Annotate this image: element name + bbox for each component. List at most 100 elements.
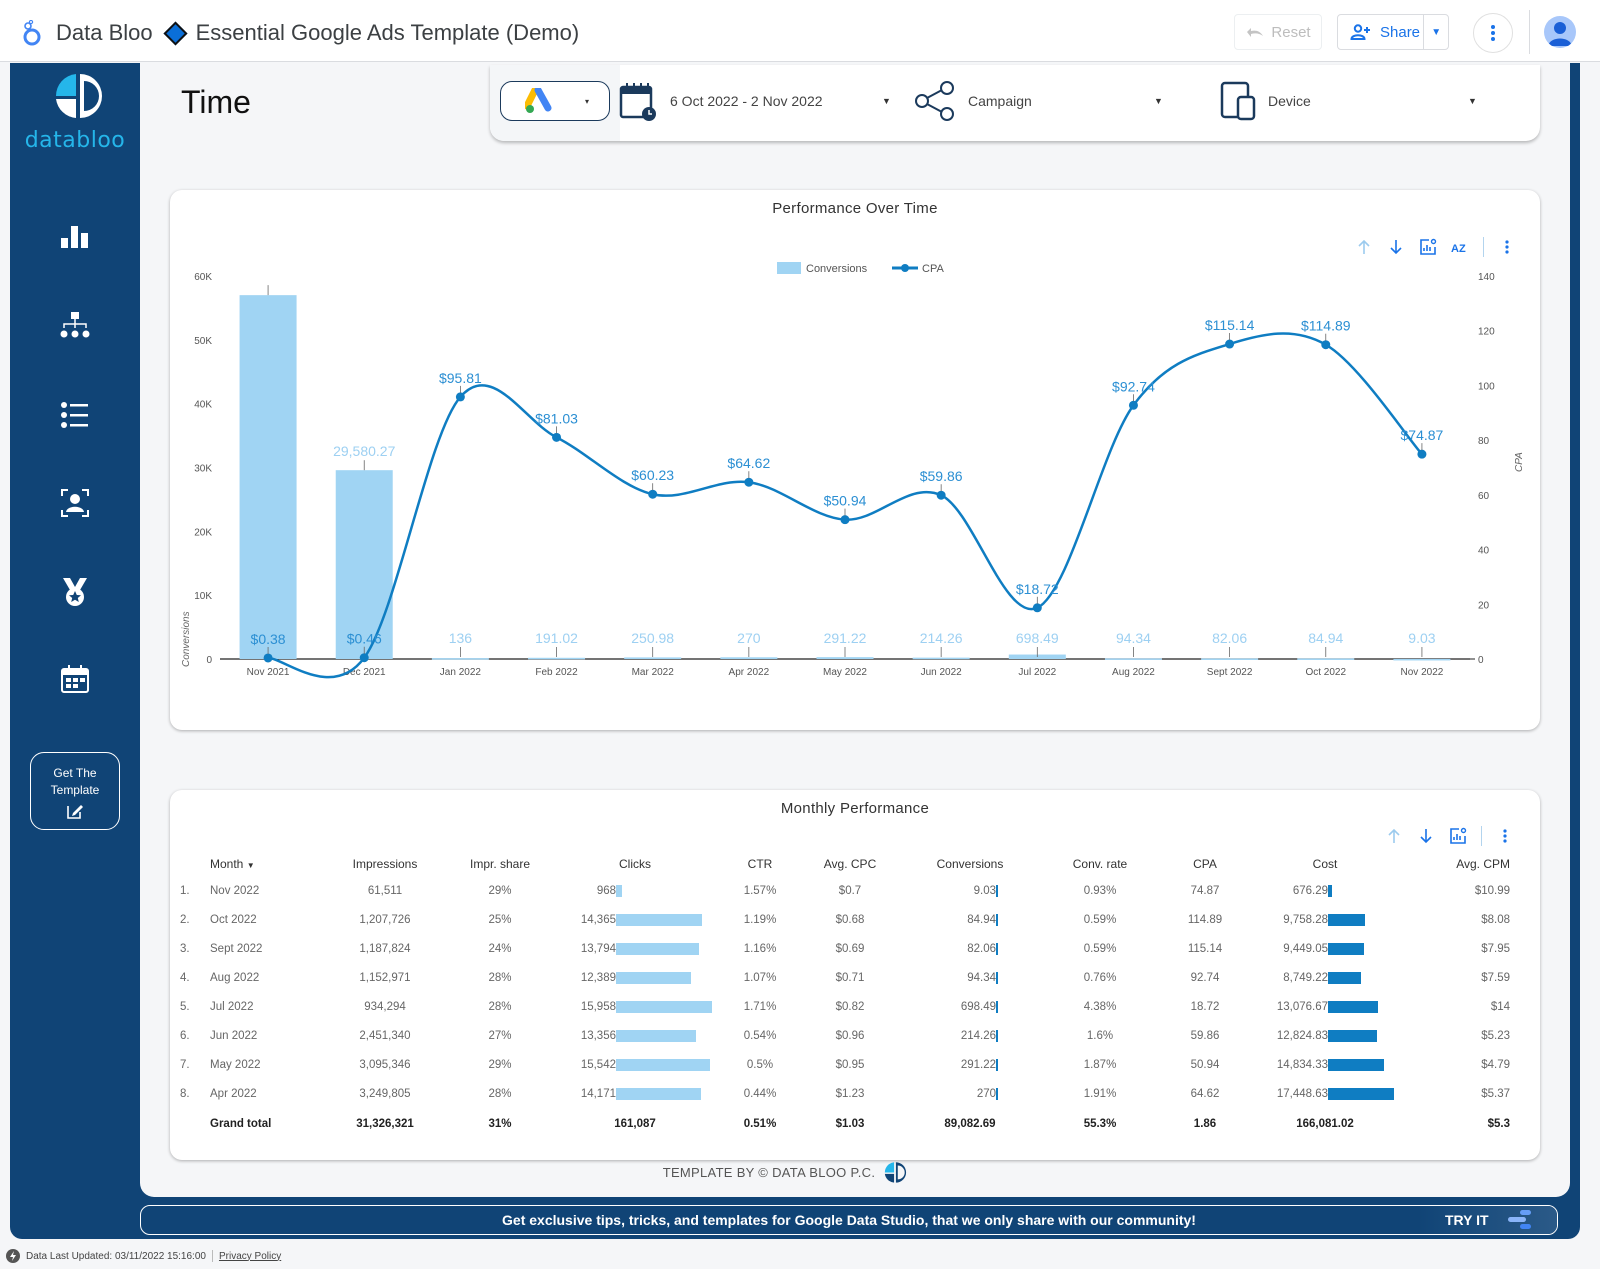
cost-bar (1328, 942, 1364, 955)
cost-value: 14,834.33 (1276, 1058, 1328, 1071)
conversions-bar (996, 1058, 998, 1071)
cell-ctr: 0.44% (743, 1087, 777, 1100)
share-dropdown-icon[interactable]: ▼ (1424, 27, 1448, 38)
bar-data-label: 82.06 (1212, 630, 1247, 646)
header-ctr[interactable]: CTR (720, 852, 800, 876)
community-promo-banner[interactable]: Get exclusive tips, tricks, and template… (140, 1205, 1558, 1235)
audience-icon (61, 489, 89, 517)
cpa-data-label: $74.87 (1401, 427, 1444, 443)
report-name[interactable]: Essential Google Ads Template (Demo) (196, 20, 580, 46)
conversions-bar (996, 1029, 998, 1042)
cpa-point (1417, 449, 1427, 459)
credit-text: TEMPLATE BY © DATA BLOO P.C. (662, 1164, 876, 1180)
header-avg-cpc[interactable]: Avg. CPC (800, 852, 900, 876)
y-tick-label: 10K (194, 591, 212, 602)
cell-impressions: 2,451,340 (359, 1029, 411, 1042)
device-filter[interactable]: Device ▼ (1220, 79, 1490, 123)
page-title: Time (181, 84, 251, 120)
header-impressions[interactable]: Impressions (320, 852, 450, 876)
cell-avg-cpc: $0.96 (835, 1029, 865, 1042)
table-menu-button[interactable] (1496, 827, 1514, 845)
sidebar-item-time[interactable] (58, 662, 92, 696)
privacy-policy-link[interactable]: Privacy Policy (219, 1251, 281, 1262)
cta-line2: Template (50, 783, 100, 797)
header-cpa[interactable]: CPA (1160, 852, 1250, 876)
cell-avg-cpc: $0.7 (838, 884, 862, 897)
cell-cost: 17,448.63 (1250, 1079, 1400, 1108)
conversions-bar (431, 658, 489, 660)
header-conv-rate[interactable]: Conv. rate (1040, 852, 1160, 876)
table-toolbar (1385, 826, 1514, 846)
header-clicks[interactable]: Clicks (550, 852, 720, 876)
bar-data-label: 29,580.27 (333, 443, 395, 459)
cell-month: May 2022 (210, 1058, 261, 1071)
header-cost[interactable]: Cost (1250, 852, 1400, 876)
table-row[interactable]: 8. Apr 2022 3,249,805 28% 14,171 0.44% $1.23 27… (180, 1079, 1520, 1108)
conversions-value: 9.03 (973, 884, 996, 897)
sort-descending-button[interactable] (1417, 827, 1435, 845)
header-conversions[interactable]: Conversions (900, 852, 1040, 876)
edit-icon (67, 805, 83, 819)
get-template-button[interactable]: Get The Template (30, 752, 120, 830)
cell-conv-rate: 4.38% (1083, 1000, 1117, 1013)
share-main[interactable]: Share (1338, 15, 1425, 49)
cell-conversions: 214.26 (900, 1021, 1040, 1050)
conversions-bar (996, 971, 998, 984)
header-month[interactable]: Month ▼ (210, 852, 320, 876)
cell-impr-share: 28% (488, 1000, 512, 1013)
reset-button[interactable]: Reset (1234, 14, 1322, 50)
sidebar-brand: databloo (24, 128, 126, 153)
date-range-filter[interactable]: 6 Oct 2022 - 2 Nov 2022 ▼ (618, 79, 898, 123)
table-row[interactable]: 1. Nov 2022 61,511 29% 968 1.57% $0.7 9.03 0.93%… (180, 876, 1520, 905)
more-options-button[interactable] (1473, 13, 1513, 53)
row-index (180, 1108, 210, 1140)
total-cpa: 1.86 (1193, 1118, 1217, 1130)
chart-settings-button[interactable] (1449, 827, 1467, 845)
add-person-icon (1350, 24, 1370, 40)
sidebar-item-campaigns[interactable] (58, 308, 92, 342)
cell-ctr: 1.71% (743, 1000, 777, 1013)
cell-cost: 14,834.33 (1250, 1050, 1400, 1079)
cpa-point (840, 515, 850, 525)
cpa-data-label: $0.38 (251, 631, 286, 647)
total-avg-cpm: $5.3 (1487, 1118, 1510, 1130)
list-icon (61, 402, 88, 428)
try-it-button[interactable]: TRY IT (1417, 1206, 1557, 1234)
cell-avg-cpm: $5.23 (1481, 1029, 1510, 1042)
cell-avg-cpc: $0.68 (835, 913, 865, 926)
bar-data-label: 214.26 (920, 630, 963, 646)
clicks-value: 12,389 (580, 971, 616, 984)
table-row[interactable]: 7. May 2022 3,095,346 29% 15,542 0.5% $0.95 291… (180, 1050, 1520, 1079)
hierarchy-icon (60, 312, 90, 338)
share-button[interactable]: Share ▼ (1337, 14, 1449, 50)
conversions-value: 214.26 (960, 1029, 996, 1042)
cell-cpa: 74.87 (1190, 884, 1220, 897)
template-credit: TEMPLATE BY © DATA BLOO P.C. (0, 1160, 1570, 1184)
sort-ascending-button[interactable] (1385, 827, 1403, 845)
header-avg-cpm[interactable]: Avg. CPM (1400, 852, 1520, 876)
sidebar-item-overview[interactable] (58, 219, 92, 253)
sidebar-item-performance[interactable] (58, 575, 92, 609)
table-row[interactable]: 4. Aug 2022 1,152,971 28% 12,389 1.07% $0.71 94… (180, 963, 1520, 992)
more-vert-icon (1491, 25, 1495, 41)
header-impr-share[interactable]: Impr. share (450, 852, 550, 876)
sidebar-item-keywords[interactable] (58, 398, 92, 432)
diamond-icon (163, 20, 188, 46)
cell-conversions: 291.22 (900, 1050, 1040, 1079)
total-avg-cpc: $1.03 (835, 1118, 865, 1130)
cell-avg-cpm: $10.99 (1474, 884, 1510, 897)
account-avatar[interactable] (1544, 16, 1576, 48)
table-row[interactable]: 3. Sept 2022 1,187,824 24% 13,794 1.16% $0.69 8… (180, 934, 1520, 963)
campaign-filter[interactable]: Campaign ▼ (914, 79, 1174, 123)
table-row[interactable]: 2. Oct 2022 1,207,726 25% 14,365 1.19% $0.68 84… (180, 905, 1520, 934)
table-row[interactable]: 5. Jul 2022 934,294 28% 15,958 1.71% $0.82 698.… (180, 992, 1520, 1021)
total-conv-rate: 55.3% (1083, 1118, 1117, 1130)
cell-conv-rate: 0.76% (1083, 971, 1117, 984)
data-source-selector[interactable]: ▾ (500, 81, 610, 121)
sidebar-item-audience[interactable] (58, 486, 92, 520)
table-row[interactable]: 6. Jun 2022 2,451,340 27% 13,356 0.54% $0.96 21… (180, 1021, 1520, 1050)
clicks-value: 14,171 (580, 1087, 616, 1100)
cost-value: 17,448.63 (1276, 1087, 1328, 1100)
conversions-bar (720, 657, 778, 659)
row-index: 8. (180, 1087, 190, 1100)
